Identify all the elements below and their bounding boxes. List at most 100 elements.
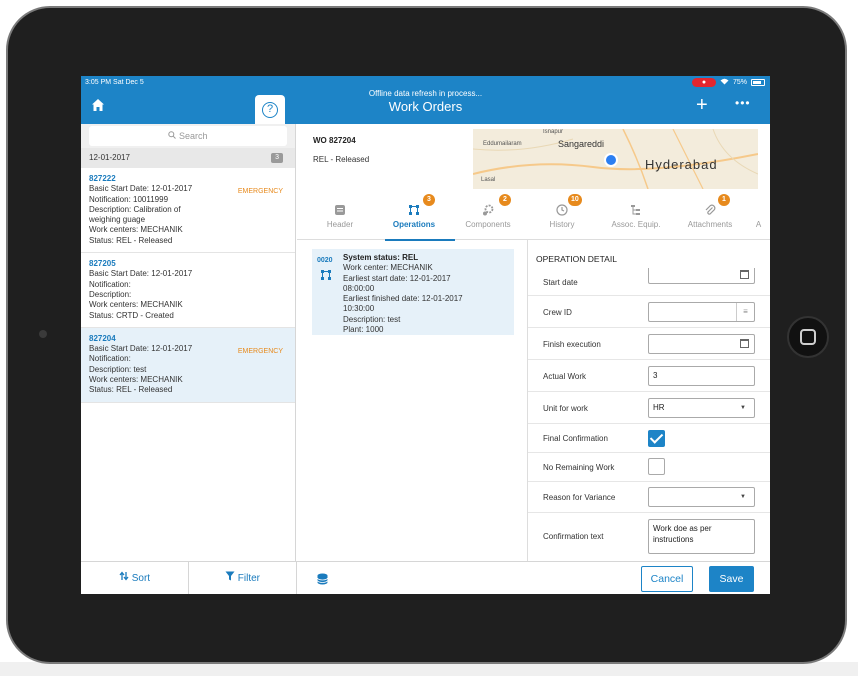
work-order-centers: Work centers: MECHANIK: [89, 375, 183, 385]
detail-footer: Cancel Save: [297, 561, 770, 594]
camera-dot: [39, 330, 47, 338]
detail-tabs: Header Operations 3 Components 2 History…: [297, 194, 770, 241]
map-label-eddumailaram: Eddumailaram: [483, 141, 522, 147]
crew-id-label: Crew ID: [543, 308, 572, 317]
chevron-down-icon: ▼: [740, 405, 746, 411]
priority-badge: EMERGENCY: [237, 188, 283, 195]
operation-detail-title: OPERATION DETAIL: [536, 254, 617, 264]
components-tab-icon: [482, 204, 494, 216]
tab-label: Assoc. Equip.: [611, 220, 661, 229]
sort-label: Sort: [131, 573, 151, 584]
finish-execution-row: Finish execution: [528, 328, 770, 360]
filter-button[interactable]: Filter: [189, 562, 296, 594]
tab-badge: 3: [423, 194, 435, 206]
finish-execution-field[interactable]: [648, 334, 755, 354]
actual-work-field[interactable]: 3: [648, 366, 755, 386]
actual-work-label: Actual Work: [543, 372, 586, 381]
work-order-description: Description: Calibration of weighing gua…: [89, 204, 181, 225]
tab-badge: 10: [568, 194, 582, 206]
header-tab-icon: [334, 204, 346, 216]
sort-button[interactable]: Sort: [81, 562, 188, 594]
unit-for-work-row: Unit for work HR ▼: [528, 392, 770, 424]
database-icon[interactable]: [317, 572, 330, 585]
reason-for-variance-select[interactable]: ▼: [648, 487, 755, 507]
status-date: Sat Dec 5: [113, 79, 144, 86]
work-order-id: 827205: [89, 259, 116, 269]
save-button[interactable]: Save: [709, 566, 754, 592]
tab-label: Attachments: [687, 220, 733, 229]
search-input[interactable]: Search: [89, 126, 287, 146]
status-bar-left: 3:05 PM Sat Dec 5: [85, 79, 144, 86]
operations-icon: [320, 269, 332, 281]
search-bar: Search: [81, 124, 295, 148]
operation-plant: Plant: 1000: [343, 325, 384, 335]
work-order-detail-panel: WO 827204 REL - Released Isnapur Eddumai…: [297, 124, 770, 561]
work-order-centers: Work centers: MECHANIK: [89, 300, 183, 310]
confirmation-text-field[interactable]: Work doe as per instructions: [648, 519, 755, 554]
final-confirmation-checkbox[interactable]: [648, 430, 665, 447]
final-confirmation-row: Final Confirmation: [528, 424, 770, 453]
actual-work-row: Actual Work 3: [528, 360, 770, 392]
history-tab-icon: [556, 204, 568, 216]
search-icon: [168, 131, 179, 141]
final-confirmation-label: Final Confirmation: [543, 434, 608, 443]
list-item-selected[interactable]: 827204 Basic Start Date: 12-01-2017 EMER…: [81, 327, 295, 403]
work-order-status: Status: CRTD - Created: [89, 310, 174, 320]
home-button-square-icon: [800, 329, 816, 345]
operation-description: Description: test: [343, 314, 401, 324]
work-order-description: Description:: [89, 289, 132, 299]
operation-system-status: System status: REL: [343, 253, 419, 262]
reason-for-variance-row: Reason for Variance ▼: [528, 482, 770, 513]
filter-label: Filter: [237, 573, 260, 584]
tab-overflow[interactable]: A: [747, 194, 770, 240]
list-footer: Sort Filter: [81, 561, 297, 594]
operation-card[interactable]: 0020 System status: REL Work center: MEC…: [312, 249, 514, 335]
list-icon[interactable]: ≡: [736, 303, 754, 321]
crew-id-row: Crew ID ≡: [528, 296, 770, 328]
operation-work-center: Work center: MECHANIK: [343, 263, 433, 273]
unit-for-work-select[interactable]: HR ▼: [648, 398, 755, 418]
page-title: Work Orders: [388, 99, 463, 114]
floor-shadow: [0, 662, 858, 676]
tab-components[interactable]: Components 2: [451, 194, 525, 240]
add-button[interactable]: +: [696, 95, 708, 115]
confirmation-text-row: Confirmation text Work doe as per instru…: [528, 513, 770, 561]
calendar-icon: [740, 270, 749, 279]
recording-indicator: ●: [691, 78, 716, 87]
start-date-field[interactable]: [648, 268, 755, 284]
list-item[interactable]: 827205 Basic Start Date: 12-01-2017 Noti…: [81, 253, 295, 328]
work-order-id: 827222: [89, 174, 116, 183]
list-item[interactable]: 827222 Basic Start Date: 12-01-2017 EMER…: [81, 168, 295, 254]
crew-id-field[interactable]: ≡: [648, 302, 755, 322]
cancel-button[interactable]: Cancel: [641, 566, 693, 592]
more-options-button[interactable]: •••: [735, 96, 751, 110]
top-navigation-bar: 3:05 PM Sat Dec 5 ● 75% ? Offline data r…: [81, 76, 770, 125]
work-order-status: Status: REL - Released: [89, 385, 173, 395]
start-date-row: Start date: [528, 268, 770, 296]
work-order-centers: Work centers: MECHANIK: [89, 225, 183, 235]
tab-label: Header: [326, 220, 354, 229]
no-remaining-work-checkbox[interactable]: [648, 458, 665, 475]
tab-operations[interactable]: Operations 3: [377, 194, 455, 241]
work-order-start: Basic Start Date: 12-01-2017: [89, 269, 193, 279]
assoc-equip-tab-icon: [630, 204, 642, 216]
reason-for-variance-label: Reason for Variance: [543, 493, 616, 502]
tab-history[interactable]: History 10: [525, 194, 599, 240]
tab-label: Operations: [392, 220, 436, 229]
tab-header[interactable]: Header: [303, 194, 377, 240]
filter-icon: [225, 571, 238, 584]
tab-assoc-equip[interactable]: Assoc. Equip.: [599, 194, 673, 240]
confirmation-text-label: Confirmation text: [543, 532, 604, 541]
work-order-description: Description: test: [89, 364, 147, 374]
chevron-down-icon: ▼: [740, 494, 746, 500]
list-date-header: 12-01-2017 3: [81, 148, 295, 168]
tab-attachments[interactable]: Attachments 1: [673, 194, 747, 240]
work-order-status: Status: REL - Released: [89, 235, 173, 245]
battery-icon: [751, 79, 765, 86]
tab-label: Components: [465, 220, 511, 229]
tab-badge: 1: [718, 194, 730, 206]
search-placeholder: Search: [178, 131, 208, 141]
operation-earliest-finish-time: 10:30:00: [343, 304, 375, 314]
work-order-id: 827204: [89, 333, 116, 343]
location-map[interactable]: Isnapur Eddumailaram Sangareddi Lasal Hy…: [473, 129, 758, 189]
